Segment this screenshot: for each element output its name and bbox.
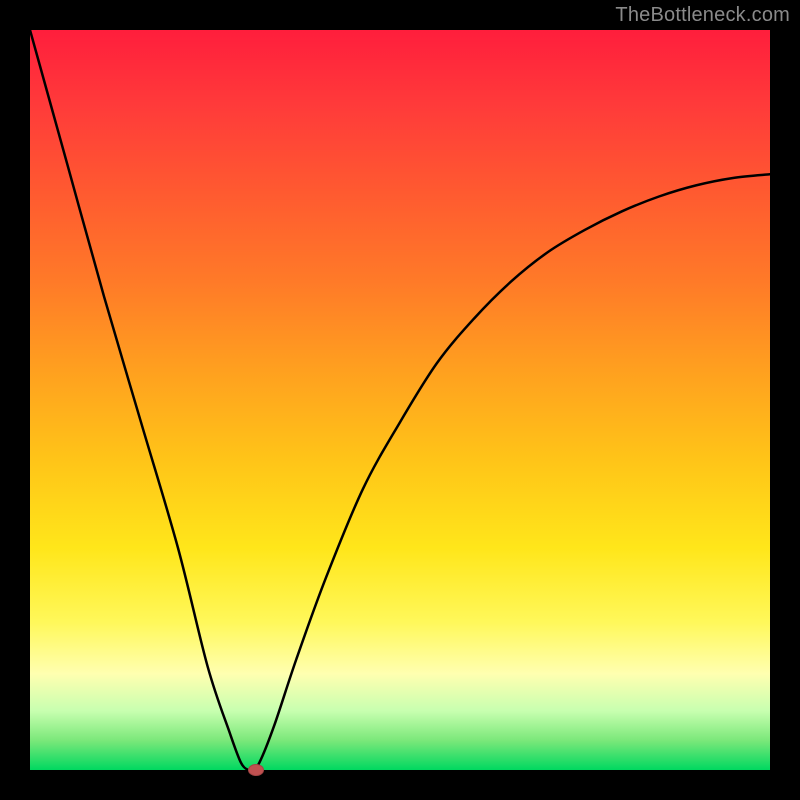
attribution-label: TheBottleneck.com — [615, 4, 790, 27]
bottleneck-curve — [30, 30, 770, 770]
plot-area — [30, 30, 770, 770]
curve-layer — [30, 30, 770, 770]
optimal-point-marker — [248, 764, 264, 776]
chart-frame: TheBottleneck.com — [0, 0, 800, 800]
